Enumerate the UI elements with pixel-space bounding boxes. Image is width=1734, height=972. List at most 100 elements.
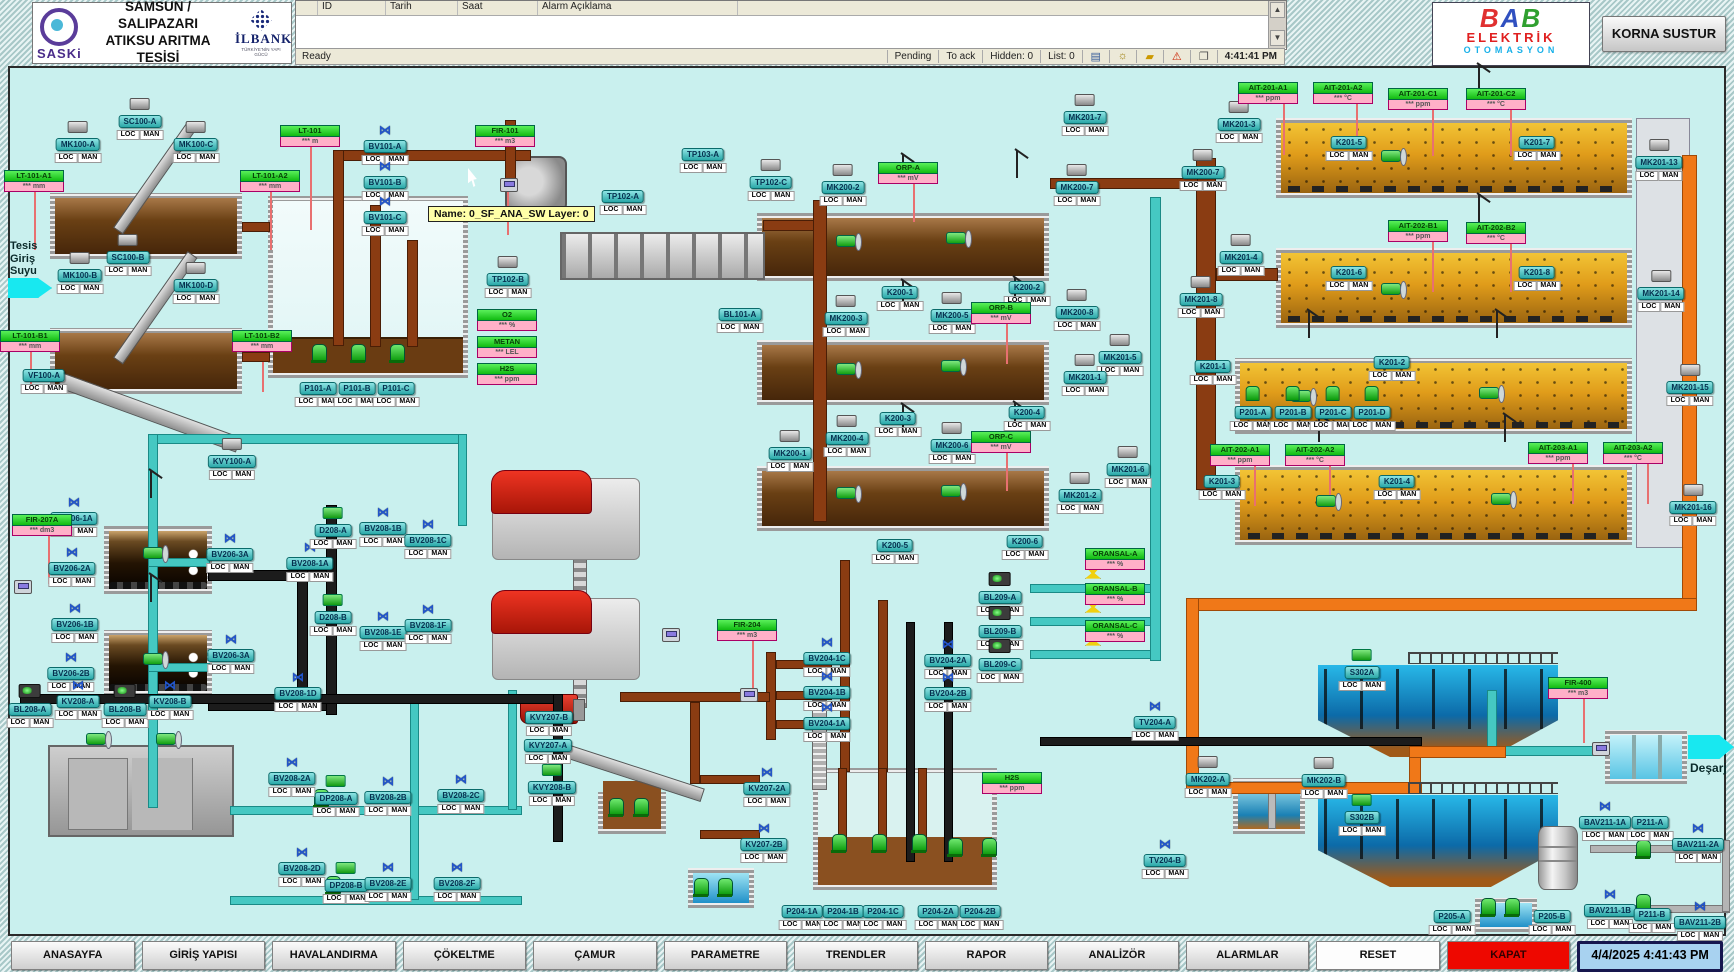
- device-MK200-7[interactable]: MK200-7LOCMAN: [1054, 164, 1101, 206]
- nav-button-anali̇zör[interactable]: ANALİZÖR: [1055, 941, 1179, 970]
- device-tag-label[interactable]: S302B: [1345, 811, 1379, 824]
- device-tag-label[interactable]: BV208-1E: [360, 626, 407, 639]
- nav-button-çökeltme[interactable]: ÇÖKELTME: [403, 941, 527, 970]
- mode-loc[interactable]: LOC: [1142, 869, 1165, 879]
- nav-button-gi̇ri̇ş-yapisi[interactable]: GİRİŞ YAPISI: [142, 941, 266, 970]
- device-tag-label[interactable]: MK100-B: [58, 269, 102, 282]
- device-P205-B[interactable]: P205-BLOCMAN: [1529, 906, 1576, 935]
- mode-man[interactable]: MAN: [1551, 925, 1575, 935]
- mode-man[interactable]: MAN: [1649, 831, 1673, 841]
- device-tag-label[interactable]: K201-1: [1195, 360, 1231, 373]
- device-S302B[interactable]: S302BLOCMAN: [1339, 794, 1386, 836]
- device-MK100-C[interactable]: MK100-CLOCMAN: [173, 121, 220, 163]
- device-MK201-15[interactable]: MK201-15LOCMAN: [1666, 364, 1713, 406]
- device-tag-label[interactable]: BV101-B: [364, 176, 407, 189]
- device-BV204-2B[interactable]: ⋈BV204-2BLOCMAN: [924, 672, 971, 712]
- device-BV208-2C[interactable]: ⋈BV208-2CLOCMAN: [437, 774, 484, 814]
- device-tag-label[interactable]: MK202-B: [1302, 774, 1346, 787]
- mode-loc[interactable]: LOC: [1105, 478, 1128, 488]
- mode-loc[interactable]: LOC: [1004, 421, 1027, 431]
- device-tag-label[interactable]: BV208-1A: [286, 557, 333, 570]
- mode-loc[interactable]: LOC: [438, 804, 461, 814]
- device-tag-label[interactable]: K200-6: [1007, 535, 1043, 548]
- mode-man[interactable]: MAN: [1221, 490, 1245, 500]
- device-tag-label[interactable]: K201-6: [1331, 266, 1367, 279]
- device-BL209-C[interactable]: BL209-CLOCMAN: [977, 639, 1024, 683]
- device-BAV211-2A[interactable]: ⋈BAV211-2ALOCMAN: [1672, 823, 1724, 863]
- mode-loc[interactable]: LOC: [360, 641, 383, 651]
- device-tag-label[interactable]: MK200-5: [931, 309, 974, 322]
- mode-man[interactable]: MAN: [1396, 490, 1420, 500]
- device-TV204-A[interactable]: ⋈TV204-ALOCMAN: [1132, 701, 1179, 741]
- device-KV208-B[interactable]: ⋈KV208-BLOCMAN: [147, 680, 194, 720]
- mode-man[interactable]: MAN: [894, 554, 918, 564]
- mode-man[interactable]: MAN: [763, 853, 787, 863]
- mode-man[interactable]: MAN: [845, 327, 869, 337]
- device-BAV211-2B[interactable]: ⋈BAV211-2BLOCMAN: [1674, 901, 1726, 941]
- bulb-icon[interactable]: ☼: [1109, 50, 1136, 63]
- device-tag-label[interactable]: D208-B: [314, 611, 352, 624]
- device-tag-label[interactable]: P211-B: [1634, 908, 1671, 921]
- device-KVY208-B[interactable]: KVY208-BLOCMAN: [528, 764, 576, 806]
- mode-loc[interactable]: LOC: [1587, 919, 1610, 929]
- device-DP208-A[interactable]: DP208-ALOCMAN: [313, 775, 360, 817]
- device-tag-label[interactable]: P205-A: [1433, 910, 1470, 923]
- device-tag-label[interactable]: BV208-2D: [278, 862, 325, 875]
- mode-loc[interactable]: LOC: [877, 301, 900, 311]
- scroll-down-icon[interactable]: ▼: [1270, 30, 1285, 46]
- device-KVY207-A[interactable]: KVY207-ALOCMAN: [524, 735, 572, 764]
- device-tag-label[interactable]: K200-1: [882, 286, 918, 299]
- device-K201-1[interactable]: K201-1LOCMAN: [1190, 356, 1237, 385]
- mode-loc[interactable]: LOC: [748, 191, 771, 201]
- device-tag-label[interactable]: MK200-1: [769, 447, 812, 460]
- device-P211-A[interactable]: P211-ALOCMAN: [1627, 812, 1674, 841]
- mode-man[interactable]: MAN: [335, 807, 359, 817]
- mode-man[interactable]: MAN: [74, 633, 98, 643]
- mode-man[interactable]: MAN: [387, 892, 411, 902]
- device-tag-label[interactable]: KV208-B: [149, 695, 192, 708]
- mode-loc[interactable]: LOC: [1190, 375, 1213, 385]
- device-BV206-3A[interactable]: ⋈BV206-3ALOCMAN: [206, 533, 253, 573]
- device-tag-label[interactable]: VF100-A: [23, 369, 65, 382]
- device-tag-label[interactable]: P211-A: [1632, 816, 1669, 829]
- device-tag-label[interactable]: P205-B: [1533, 910, 1570, 923]
- mode-loc[interactable]: LOC: [1339, 826, 1362, 836]
- mode-loc[interactable]: LOC: [1349, 421, 1372, 431]
- mode-man[interactable]: MAN: [882, 920, 906, 930]
- device-tag-label[interactable]: K201-2: [1374, 356, 1410, 369]
- mode-loc[interactable]: LOC: [1216, 133, 1239, 143]
- mode-loc[interactable]: LOC: [1667, 396, 1690, 406]
- mode-man[interactable]: MAN: [384, 226, 408, 236]
- device-MK100-B[interactable]: MK100-BLOCMAN: [57, 252, 104, 294]
- device-tag-label[interactable]: BV208-1B: [359, 522, 406, 535]
- list-icon[interactable]: ▤: [1082, 50, 1109, 63]
- mode-man[interactable]: MAN: [195, 294, 219, 304]
- mode-man[interactable]: MAN: [1391, 371, 1415, 381]
- mode-loc[interactable]: LOC: [49, 577, 72, 587]
- device-tag-label[interactable]: BL208-A: [9, 703, 51, 716]
- mode-loc[interactable]: LOC: [434, 892, 457, 902]
- mode-man[interactable]: MAN: [79, 284, 103, 294]
- device-MK100-D[interactable]: MK100-DLOCMAN: [173, 262, 220, 304]
- mode-loc[interactable]: LOC: [929, 324, 952, 334]
- mode-loc[interactable]: LOC: [173, 153, 196, 163]
- mode-loc[interactable]: LOC: [872, 554, 895, 564]
- mode-loc[interactable]: LOC: [52, 633, 75, 643]
- mode-loc[interactable]: LOC: [804, 732, 827, 742]
- device-K200-6[interactable]: K200-6LOCMAN: [1002, 531, 1049, 560]
- mode-man[interactable]: MAN: [1164, 869, 1188, 879]
- device-tag-label[interactable]: BL208-B: [104, 703, 146, 716]
- mode-man[interactable]: MAN: [230, 664, 254, 674]
- mode-loc[interactable]: LOC: [977, 673, 1000, 683]
- device-tag-label[interactable]: BV204-2A: [924, 654, 971, 667]
- mode-loc[interactable]: LOC: [105, 266, 128, 276]
- mode-loc[interactable]: LOC: [1230, 421, 1253, 431]
- nav-button-trendler[interactable]: TRENDLER: [794, 941, 918, 970]
- mode-man[interactable]: MAN: [395, 397, 419, 407]
- mode-loc[interactable]: LOC: [1062, 126, 1085, 136]
- mode-loc[interactable]: LOC: [1677, 931, 1700, 941]
- device-tag-label[interactable]: MK200-4: [826, 432, 869, 445]
- device-MK100-A[interactable]: MK100-ALOCMAN: [55, 121, 102, 163]
- mode-loc[interactable]: LOC: [207, 563, 230, 573]
- device-tag-label[interactable]: KVY100-A: [208, 455, 256, 468]
